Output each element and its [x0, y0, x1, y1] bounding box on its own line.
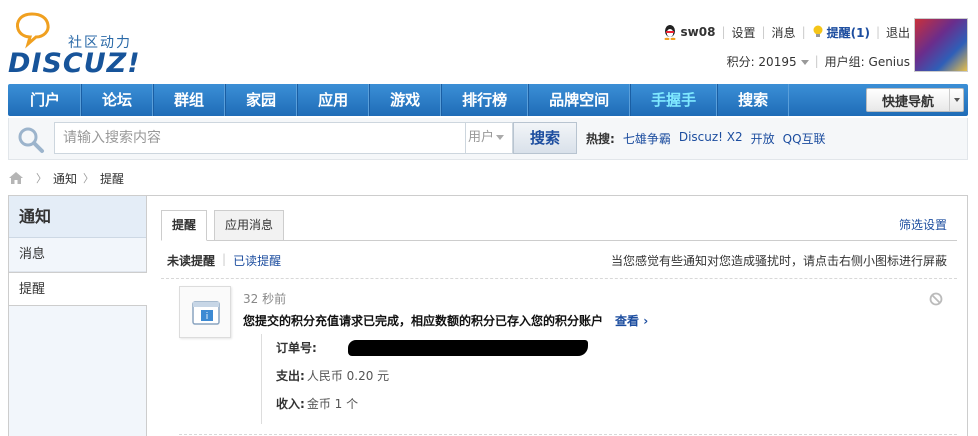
- sidebar: 通知 消息 提醒: [9, 196, 147, 436]
- separator: |: [721, 25, 726, 39]
- chevron-right-icon: 〉: [83, 172, 95, 185]
- nav-item-forum[interactable]: 论坛: [81, 84, 154, 116]
- breadcrumb: 〉 通知 〉 提醒: [8, 168, 124, 188]
- hot-link[interactable]: 开放: [751, 130, 775, 147]
- hot-label: 热搜:: [586, 132, 615, 146]
- notice-item: i 32 秒前 您提交的积分充值请求已完成，相应数额的积分已存入您的积分账户 查…: [161, 286, 957, 436]
- search-button[interactable]: 搜索: [513, 122, 577, 154]
- sidebar-title: 通知: [9, 196, 146, 238]
- main-nav: 门户 论坛 群组 家园 应用 游戏 排行榜 品牌空间 手握手 搜索 快捷导航: [8, 84, 968, 116]
- nav-item-ranking[interactable]: 排行榜: [441, 84, 529, 116]
- separator: |: [814, 54, 819, 68]
- qq-penguin-icon: [664, 25, 675, 40]
- messages-link[interactable]: 消息: [772, 24, 796, 41]
- main-panel: 通知 消息 提醒 提醒 应用消息 筛选设置 未读提醒 | 已读提醒 当您感觉有些…: [8, 195, 968, 436]
- username-link[interactable]: sw08: [681, 25, 716, 39]
- notice-message: 您提交的积分充值请求已完成，相应数额的积分已存入您的积分账户 查看 ›: [243, 312, 648, 329]
- nav-item-apps[interactable]: 应用: [297, 84, 370, 116]
- separator: |: [801, 25, 806, 39]
- pay-label: 支出:: [276, 369, 305, 383]
- subtab-read[interactable]: 已读提醒: [233, 252, 281, 269]
- logout-link[interactable]: 退出: [886, 24, 910, 41]
- filter-settings-link[interactable]: 筛选设置: [899, 216, 947, 233]
- breadcrumb-notice[interactable]: 通知: [53, 170, 77, 187]
- score-bar: 积分: 20195 | 用户组: Genius: [727, 51, 910, 71]
- subtabs: 未读提醒 | 已读提醒: [167, 252, 281, 269]
- chevron-down-icon: [953, 98, 960, 102]
- content-area: 提醒 应用消息 筛选设置 未读提醒 | 已读提醒 当您感觉有些通知对您造成骚扰时…: [161, 196, 957, 436]
- search-icon: [18, 127, 44, 153]
- income-row: 收入: 金币 1 个: [276, 394, 358, 414]
- pay-row: 支出: 人民币 0.20 元: [276, 366, 389, 386]
- block-tip: 当您感觉有些通知对您造成骚扰时，请点击右侧小图标进行屏蔽: [610, 254, 947, 268]
- search-input[interactable]: 请输入搜索内容: [54, 122, 466, 154]
- search-type-label: 用户: [468, 130, 495, 145]
- score-text: 积分: 20195: [726, 54, 797, 69]
- notice-message-text: 您提交的积分充值请求已完成，相应数额的积分已存入您的积分账户: [243, 314, 604, 328]
- nav-item-portal[interactable]: 门户: [8, 84, 82, 116]
- nav-item-group[interactable]: 群组: [153, 84, 226, 116]
- divider: [161, 278, 957, 279]
- score-dropdown[interactable]: 积分: 20195: [727, 53, 809, 70]
- subtab-unread[interactable]: 未读提醒: [167, 252, 215, 269]
- nav-item-search[interactable]: 搜索: [717, 84, 790, 116]
- redaction-mark: [348, 340, 588, 356]
- view-link[interactable]: 查看 ›: [615, 312, 648, 329]
- lightbulb-icon: [813, 25, 823, 37]
- search-bar: 请输入搜索内容 用户 搜索 热搜: 七雄争霸 Discuz! X2 开放 QQ互…: [8, 118, 968, 160]
- income-value: 金币 1 个: [306, 397, 359, 411]
- hot-searches: 热搜: 七雄争霸 Discuz! X2 开放 QQ互联: [586, 130, 834, 147]
- discuz-logo[interactable]: 社区动力 DISCUZ!: [8, 10, 148, 79]
- nav-item-home[interactable]: 家园: [225, 84, 298, 116]
- order-row: 订单号:: [276, 338, 588, 358]
- app-icon: i: [179, 286, 231, 338]
- hot-link[interactable]: Discuz! X2: [679, 130, 743, 147]
- nav-item-brand[interactable]: 品牌空间: [528, 84, 631, 116]
- hot-link[interactable]: QQ互联: [783, 130, 826, 147]
- settings-link[interactable]: 设置: [731, 24, 755, 41]
- tab-remind[interactable]: 提醒: [161, 210, 208, 241]
- search-type-select[interactable]: 用户: [466, 122, 513, 154]
- sidebar-item-messages[interactable]: 消息: [9, 238, 146, 272]
- quick-nav-button[interactable]: 快捷导航: [866, 88, 964, 112]
- tab-app-messages[interactable]: 应用消息: [214, 210, 285, 241]
- divider: [179, 434, 957, 435]
- home-icon[interactable]: [8, 171, 24, 185]
- tab-bar: 提醒 应用消息 筛选设置: [161, 210, 957, 241]
- notice-app-icon: i: [192, 301, 220, 325]
- nav-item-games[interactable]: 游戏: [369, 84, 442, 116]
- breadcrumb-remind: 提醒: [100, 171, 125, 186]
- quick-nav-dropdown[interactable]: [949, 89, 963, 111]
- separator: |: [761, 25, 766, 39]
- user-toolbar: sw08 | 设置 | 消息 | 提醒(1) | 退出: [663, 22, 910, 42]
- income-label: 收入:: [276, 397, 305, 411]
- sidebar-item-remind[interactable]: 提醒: [9, 272, 147, 306]
- chevron-right-icon: 〉: [36, 172, 47, 185]
- separator: |: [875, 25, 880, 39]
- chat-bubble-icon: [16, 12, 50, 49]
- remind-link[interactable]: 提醒(1): [827, 24, 870, 41]
- notice-time: 32 秒前: [243, 292, 287, 306]
- hot-link[interactable]: 七雄争霸: [623, 130, 671, 147]
- chevron-down-icon: [496, 135, 505, 140]
- svg-text:i: i: [206, 312, 209, 322]
- logo-wordmark: DISCUZ!: [8, 48, 141, 79]
- quick-nav-label: 快捷导航: [881, 94, 934, 110]
- usergroup-text[interactable]: 用户组: Genius: [825, 53, 910, 70]
- nav-item-handshake[interactable]: 手握手: [630, 84, 718, 116]
- separator: |: [222, 252, 227, 266]
- order-label: 订单号:: [276, 341, 317, 355]
- pay-value: 人民币 0.20 元: [306, 369, 390, 383]
- block-icon[interactable]: [929, 292, 943, 306]
- notice-details: 订单号: 支出: 人民币 0.20 元 收入: 金币 1 个: [261, 334, 861, 424]
- chevron-down-icon: [800, 59, 809, 65]
- avatar[interactable]: [914, 18, 968, 72]
